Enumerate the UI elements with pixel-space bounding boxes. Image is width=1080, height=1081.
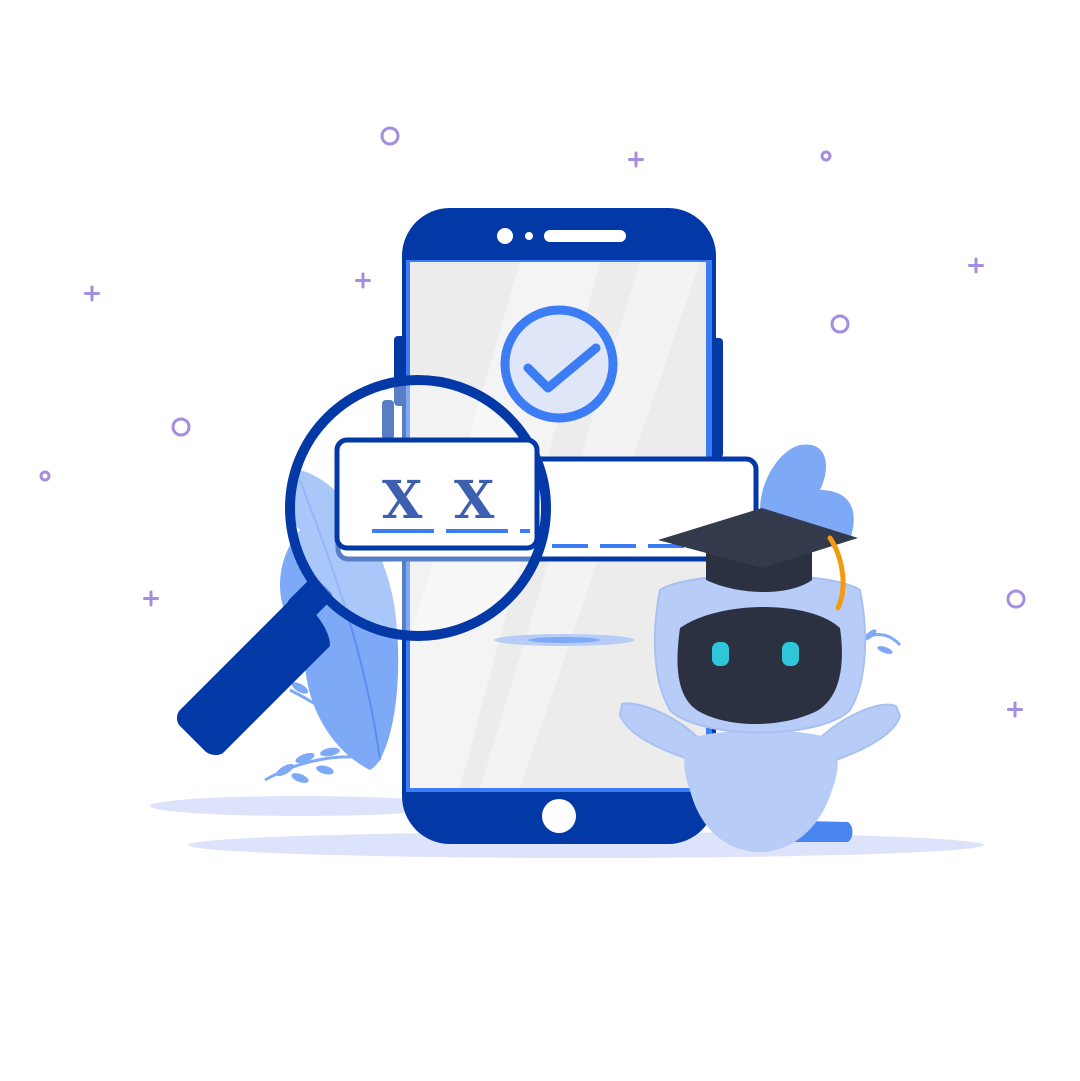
robot-face-screen bbox=[677, 607, 842, 724]
sparkle-circle bbox=[1006, 589, 1026, 609]
sparkle-plus bbox=[84, 285, 100, 302]
phone-home-button bbox=[542, 799, 576, 833]
check-circle-icon bbox=[500, 305, 618, 423]
sparkle-plus bbox=[1007, 701, 1023, 718]
sparkle-plus bbox=[628, 151, 644, 168]
masked-character: X bbox=[382, 470, 423, 531]
sparkle-circle bbox=[830, 314, 850, 334]
verification-illustration: X X bbox=[39, 126, 1026, 858]
sparkle-circle bbox=[39, 470, 51, 482]
sparkle-plus bbox=[968, 257, 984, 274]
sparkle-circle bbox=[380, 126, 400, 146]
robot-eye bbox=[712, 642, 729, 666]
phone-sensor bbox=[525, 232, 533, 240]
phone-speaker bbox=[544, 230, 626, 242]
robot-eye bbox=[782, 642, 799, 666]
sparkle-plus bbox=[143, 590, 159, 607]
magnified-input: X X bbox=[334, 437, 540, 551]
sparkle-circle bbox=[820, 150, 832, 162]
masked-character: X bbox=[454, 470, 495, 531]
sparkle-circle bbox=[171, 417, 191, 437]
phone-camera bbox=[497, 228, 513, 244]
sparkle-plus bbox=[355, 272, 371, 289]
